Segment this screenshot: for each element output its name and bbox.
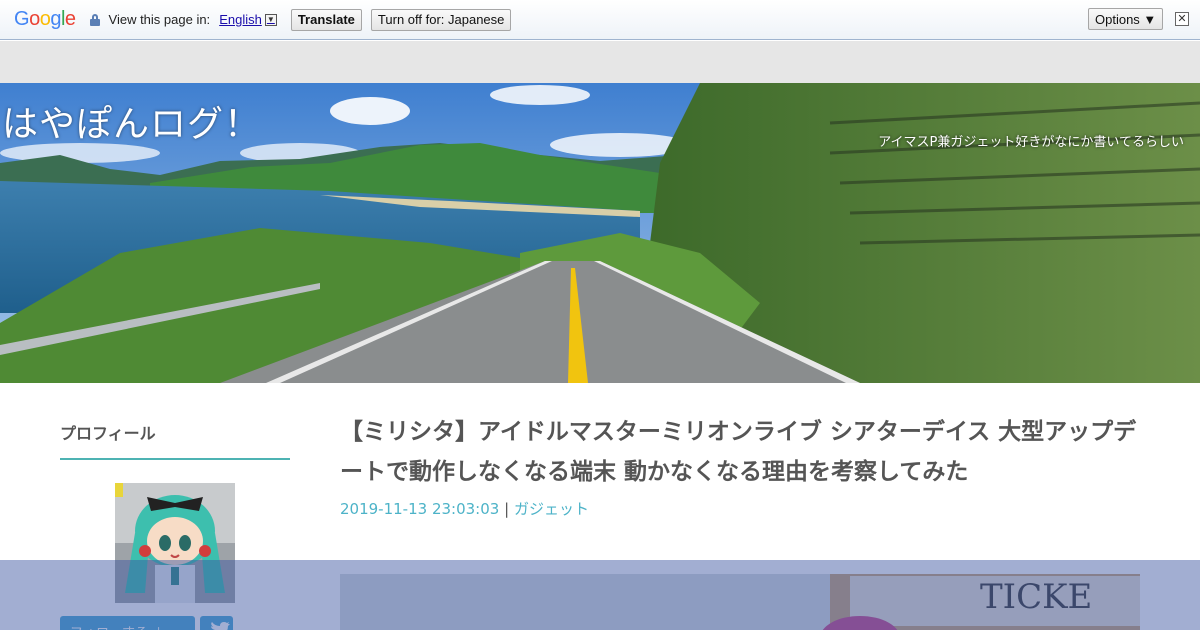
avatar[interactable] — [115, 483, 235, 603]
follow-button[interactable]: フォローする ＋ — [60, 616, 195, 630]
turn-off-button[interactable]: Turn off for: Japanese — [370, 8, 512, 31]
lock-icon — [89, 13, 100, 26]
grey-strip — [0, 41, 1200, 83]
translate-button[interactable]: Translate — [290, 8, 362, 31]
ticket-sign-text: TICKE — [980, 577, 1092, 617]
article-photo: TICKE — [340, 574, 1140, 630]
article-date: 2019-11-13 23:03:03 — [340, 500, 500, 518]
article-image: TICKE — [340, 574, 1140, 630]
article-title[interactable]: 【ミリシタ】アイドルマスターミリオンライブ シアターデイス 大型アップデートで動… — [340, 412, 1140, 492]
header-banner: はやぽんログ！ アイマスP兼ガジェット好きがなにか書いてるらしい — [0, 83, 1200, 383]
article-category-link[interactable]: ガジェット — [514, 500, 589, 518]
article-header: 【ミリシタ】アイドルマスターミリオンライブ シアターデイス 大型アップデートで動… — [340, 412, 1140, 519]
language-value: English — [219, 12, 262, 27]
google-translate-bar: Google View this page in: English ▼ Tran… — [0, 0, 1200, 40]
profile-heading: プロフィール — [60, 420, 290, 460]
meta-separator: | — [504, 500, 510, 518]
twitter-icon — [211, 622, 230, 630]
dropdown-arrow-icon: ▼ — [264, 13, 277, 26]
sidebar-profile: プロフィール フォローする ＋ — [60, 420, 290, 630]
avatar-image — [115, 483, 235, 603]
language-select[interactable]: English ▼ — [219, 12, 277, 27]
options-button[interactable]: Options ▼ — [1088, 8, 1164, 30]
twitter-button[interactable] — [200, 616, 233, 630]
view-page-in-label: View this page in: — [108, 12, 211, 27]
site-description: アイマスP兼ガジェット好きがなにか書いてるらしい — [878, 135, 1184, 150]
close-icon[interactable]: ✕ — [1175, 12, 1189, 26]
article-meta: 2019-11-13 23:03:03 | ガジェット — [340, 498, 1140, 519]
google-logo: Google — [14, 8, 76, 30]
site-title[interactable]: はやぽんログ！ — [2, 95, 261, 147]
